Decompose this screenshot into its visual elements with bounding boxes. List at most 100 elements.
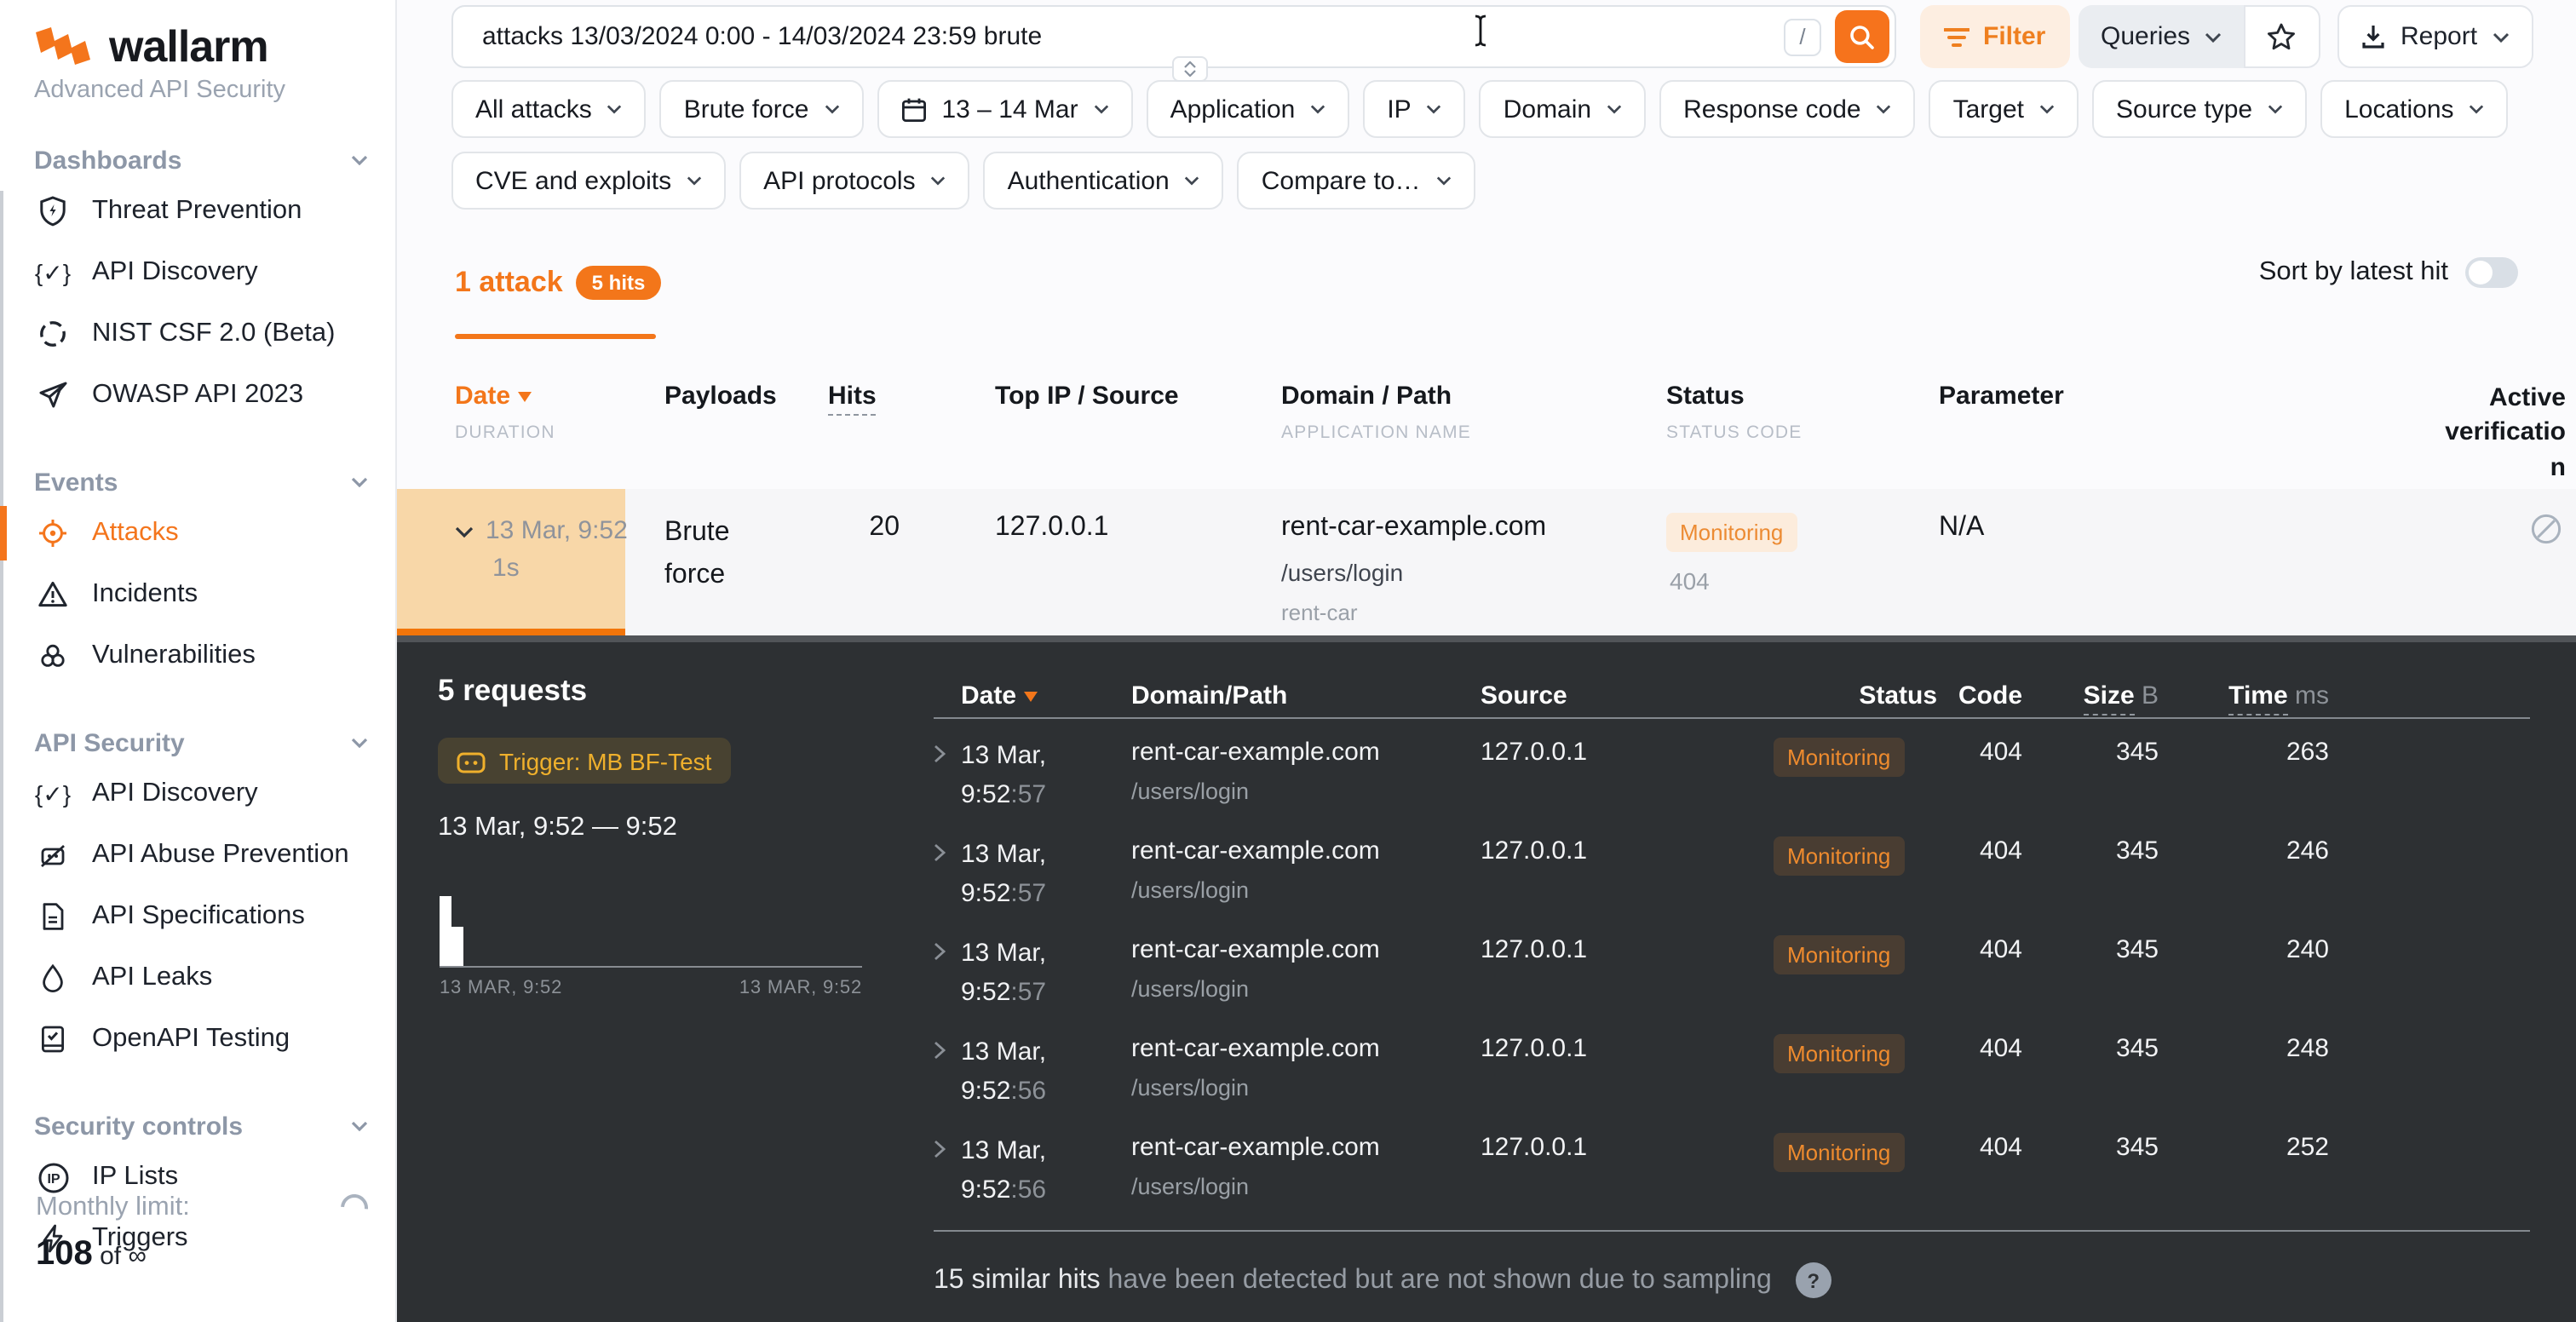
sidebar-section-api-security[interactable]: API Security (0, 722, 395, 763)
sidebar-item-attacks[interactable]: Attacks (0, 503, 395, 564)
sidebar-item-owasp-api[interactable]: OWASP API 2023 (0, 365, 395, 426)
requests-table-header: Date Domain/Path Source Status Code Size… (934, 642, 2530, 710)
attack-parameter: N/A (1939, 513, 2429, 625)
col-header-active-verification[interactable]: Active verification (2429, 382, 2566, 486)
tab-attacks-results[interactable]: 1 attack 5 hits (455, 266, 660, 300)
col-header-payloads[interactable]: Payloads (664, 382, 828, 486)
attack-active-verification-cell (2429, 513, 2566, 625)
attack-hits: 20 (828, 513, 900, 625)
status-badge: Monitoring (1774, 836, 1904, 876)
req-col-source[interactable]: Source (1481, 681, 1736, 710)
attack-path[interactable]: /users/login (1281, 559, 1666, 586)
chevron-down-icon (351, 738, 368, 748)
chip-locations[interactable]: Locations (2320, 80, 2508, 138)
attack-row[interactable]: 13 Mar, 9:52 1s Brute force 20 127.0.0.1… (397, 489, 2576, 635)
chevron-right-icon[interactable] (934, 738, 961, 763)
sidebar-item-vulnerabilities[interactable]: Vulnerabilities (0, 625, 395, 687)
req-col-code[interactable]: Code (1937, 681, 2022, 710)
search-collapse-handle[interactable] (1172, 56, 1208, 82)
col-header-status[interactable]: Status STATUS CODE (1666, 382, 1939, 486)
help-icon[interactable]: ? (1796, 1262, 1831, 1298)
slash-shortcut-key: / (1784, 18, 1821, 55)
sidebar-section-security-controls[interactable]: Security controls (0, 1106, 395, 1147)
tab-active-indicator (455, 334, 656, 339)
search-input[interactable] (482, 22, 1770, 51)
chip-ip[interactable]: IP (1363, 80, 1465, 138)
droplet-icon (36, 961, 70, 995)
status-badge: Monitoring (1774, 1133, 1904, 1172)
sidebar-item-api-discovery[interactable]: {✓} API Discovery (0, 242, 395, 303)
chip-attack-type[interactable]: Brute force (660, 80, 864, 138)
chip-cve-exploits[interactable]: CVE and exploits (451, 152, 726, 210)
trigger-badge[interactable]: Trigger: MB BF-Test (438, 738, 730, 784)
loading-spinner-icon (335, 1188, 373, 1227)
sidebar-section-events[interactable]: Events (0, 462, 395, 503)
col-header-domain[interactable]: Domain / Path APPLICATION NAME (1281, 382, 1666, 486)
logo[interactable]: wallarm (0, 0, 395, 73)
request-row[interactable]: 13 Mar,9:52:57 rent-car-example.com/user… (934, 918, 2530, 1017)
filter-chips-row-1: All attacks Brute force 13 – 14 Mar Appl… (451, 80, 2509, 138)
sidebar-item-nist-csf[interactable]: NIST CSF 2.0 (Beta) (0, 303, 395, 365)
chip-all-attacks[interactable]: All attacks (451, 80, 647, 138)
col-header-date[interactable]: Date DURATION (455, 382, 664, 486)
sidebar-item-api-leaks[interactable]: API Leaks (0, 947, 395, 1009)
sidebar: wallarm Advanced API Security Dashboards… (0, 0, 397, 1322)
attack-source-ip[interactable]: 127.0.0.1 (947, 513, 1281, 625)
sidebar-section-dashboards[interactable]: Dashboards (0, 140, 395, 181)
chip-api-protocols[interactable]: API protocols (739, 152, 969, 210)
sidebar-item-incidents[interactable]: Incidents (0, 564, 395, 625)
chip-authentication[interactable]: Authentication (984, 152, 1224, 210)
queries-button[interactable]: Queries (2079, 5, 2243, 68)
req-col-date[interactable]: Date (961, 681, 1131, 710)
sort-toggle[interactable] (2465, 257, 2518, 288)
req-col-time[interactable]: Time ms (2159, 681, 2329, 710)
request-row[interactable]: 13 Mar,9:52:56 rent-car-example.com/user… (934, 1017, 2530, 1116)
col-header-hits[interactable]: Hits (828, 382, 900, 486)
report-button[interactable]: Report (2337, 5, 2533, 68)
status-badge: Monitoring (1774, 935, 1904, 974)
chevron-down-icon (2204, 32, 2221, 42)
chip-application[interactable]: Application (1147, 80, 1350, 138)
request-row[interactable]: 13 Mar,9:52:57 rent-car-example.com/user… (934, 721, 2530, 819)
sidebar-item-api-abuse-prevention[interactable]: API Abuse Prevention (0, 825, 395, 886)
divider (934, 717, 2530, 719)
chip-date-range[interactable]: 13 – 14 Mar (877, 80, 1132, 138)
chevron-down-icon (931, 175, 946, 186)
req-col-domain[interactable]: Domain/Path (1131, 681, 1481, 710)
chevron-right-icon[interactable] (934, 836, 961, 862)
filter-button[interactable]: Filter (1920, 5, 2069, 68)
favorite-query-button[interactable] (2243, 5, 2320, 68)
attack-payload: Brute force (664, 513, 770, 625)
req-col-size[interactable]: Size B (2022, 681, 2159, 710)
warning-triangle-icon (36, 578, 70, 612)
chart-bar (440, 896, 451, 966)
search-button[interactable] (1835, 10, 1889, 63)
chevron-right-icon[interactable] (934, 935, 961, 961)
chevron-down-icon (1607, 104, 1622, 114)
paper-plane-icon (36, 378, 70, 412)
req-col-status[interactable]: Status (1736, 681, 1937, 710)
chip-target[interactable]: Target (1929, 80, 2079, 138)
robot-icon (457, 749, 486, 773)
chip-compare-to[interactable]: Compare to… (1238, 152, 1475, 210)
chevron-right-icon[interactable] (934, 1034, 961, 1060)
sidebar-item-api-specifications[interactable]: API Specifications (0, 886, 395, 947)
chart-x-label-start: 13 MAR, 9:52 (440, 978, 562, 998)
col-header-parameter[interactable]: Parameter (1939, 382, 2429, 486)
sidebar-item-openapi-testing[interactable]: OpenAPI Testing (0, 1009, 395, 1070)
chip-response-code[interactable]: Response code (1659, 80, 1916, 138)
sidebar-item-threat-prevention[interactable]: Threat Prevention (0, 181, 395, 242)
chip-source-type[interactable]: Source type (2092, 80, 2307, 138)
chevron-right-icon[interactable] (934, 1133, 961, 1158)
request-row[interactable]: 13 Mar,9:52:56 rent-car-example.com/user… (934, 1116, 2530, 1215)
sidebar-item-api-discovery-2[interactable]: {✓} API Discovery (0, 763, 395, 825)
chip-domain[interactable]: Domain (1480, 80, 1646, 138)
sort-label: Sort by latest hit (2259, 257, 2448, 288)
attack-date-cell[interactable]: 13 Mar, 9:52 1s (455, 513, 664, 625)
sampling-note: 15 similar hits have been detected but a… (934, 1262, 1831, 1298)
wallarm-logo-icon (34, 25, 95, 69)
attack-domain[interactable]: rent-car-example.com (1281, 513, 1666, 543)
col-header-source[interactable]: Top IP / Source (947, 382, 1281, 486)
filter-icon (1944, 26, 1969, 47)
request-row[interactable]: 13 Mar,9:52:57 rent-car-example.com/user… (934, 819, 2530, 918)
